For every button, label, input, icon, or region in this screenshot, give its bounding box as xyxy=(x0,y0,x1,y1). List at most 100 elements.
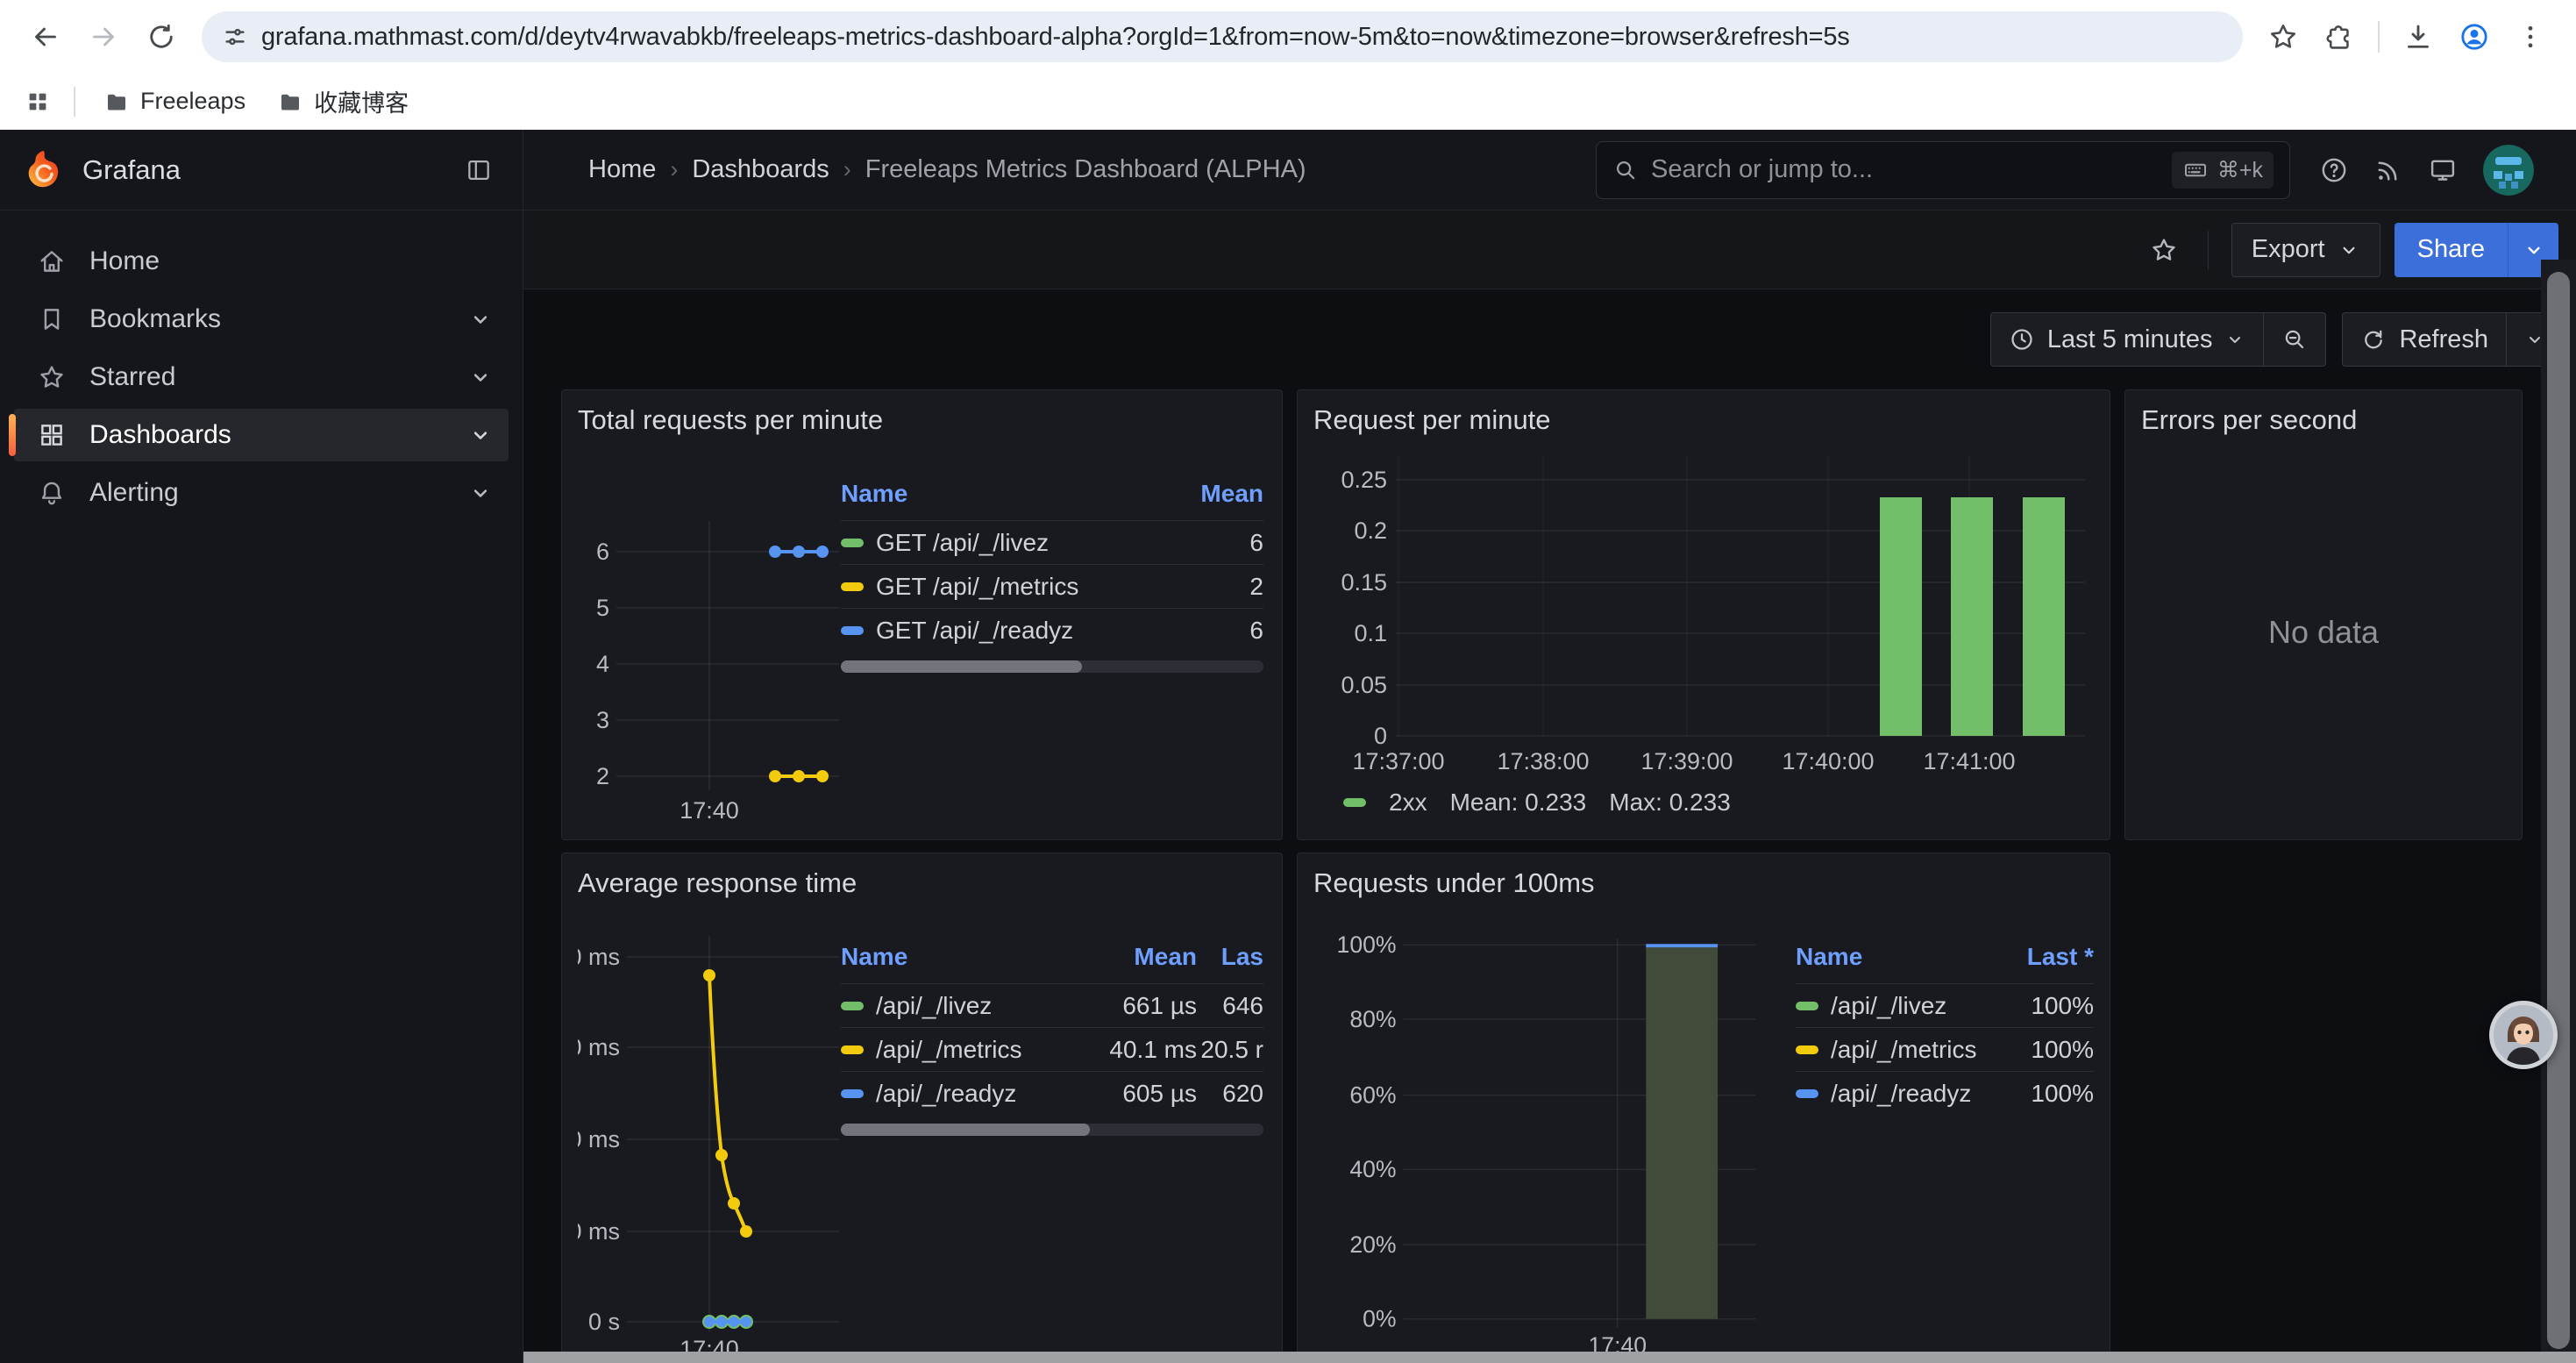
dashboard-canvas: Total requests per minute 6 xyxy=(523,367,2576,1363)
legend-row[interactable]: /api/_/livez xyxy=(841,983,1065,1027)
time-range-button[interactable]: Last 5 minutes xyxy=(1991,313,2264,366)
browser-actions xyxy=(2259,12,2555,61)
help-icon[interactable] xyxy=(2313,149,2355,191)
requests-under-100ms-chart: 100% 80% 60% 40% 20% 0% 17:40 xyxy=(1313,901,1780,1363)
profile-icon[interactable] xyxy=(2450,12,2499,61)
panel-average-response-time[interactable]: Average response time 80 ms xyxy=(561,853,1283,1363)
legend-value: 6 xyxy=(1185,520,1263,564)
svg-text:0: 0 xyxy=(1374,723,1387,749)
legend-col-last[interactable]: Las xyxy=(1197,943,1263,983)
chevron-down-icon xyxy=(2338,239,2360,261)
bell-icon xyxy=(37,478,67,508)
share-button[interactable]: Share xyxy=(2395,223,2508,277)
legend-row[interactable]: GET /api/_/metrics xyxy=(841,564,1185,608)
star-icon xyxy=(37,362,67,392)
bookmark-folder-blogs[interactable]: 收藏博客 xyxy=(265,79,421,125)
panel-title: Errors per second xyxy=(2141,403,2506,438)
dashboard-toolbar: Export Share xyxy=(523,211,2576,289)
divider xyxy=(2378,21,2380,53)
legend-value: 661 µs xyxy=(1065,983,1197,1027)
legend-row[interactable]: GET /api/_/livez xyxy=(841,520,1185,564)
bottom-scrollbar-strip[interactable] xyxy=(523,1352,2576,1363)
legend-col-last[interactable]: Last * xyxy=(1996,943,2094,983)
legend-row[interactable]: /api/_/readyz xyxy=(841,1071,1065,1115)
svg-text:6: 6 xyxy=(596,539,609,565)
dock-sidebar-icon[interactable] xyxy=(458,149,500,191)
legend-col-mean[interactable]: Mean xyxy=(1185,480,1263,520)
refresh-button[interactable]: Refresh xyxy=(2343,313,2506,366)
forward-icon[interactable] xyxy=(79,12,128,61)
legend-row[interactable]: /api/_/livez xyxy=(1796,983,1996,1027)
svg-text:0.2: 0.2 xyxy=(1354,517,1387,544)
series-swatch-green xyxy=(1796,1002,1818,1010)
back-icon[interactable] xyxy=(21,12,70,61)
series-name[interactable]: 2xx xyxy=(1389,789,1427,817)
assistant-avatar[interactable] xyxy=(2489,1001,2558,1069)
legend-col-mean[interactable]: Mean xyxy=(1065,943,1197,983)
monitor-icon[interactable] xyxy=(2422,149,2464,191)
grafana-app: Grafana Home Bookmarks Starre xyxy=(0,130,2576,1363)
svg-text:2: 2 xyxy=(596,763,609,789)
svg-text:0.25: 0.25 xyxy=(1341,467,1387,493)
legend-row[interactable]: GET /api/_/readyz xyxy=(841,608,1185,652)
sidebar-nav: Home Bookmarks Starred Dashboards xyxy=(0,211,523,519)
export-button[interactable]: Export xyxy=(2231,223,2380,277)
series-swatch-green xyxy=(841,1002,864,1010)
search-input[interactable]: Search or jump to... ⌘+k xyxy=(1596,141,2290,199)
svg-text:0.1: 0.1 xyxy=(1354,620,1387,646)
url-bar[interactable]: grafana.mathmast.com/d/deytv4rwavabkb/fr… xyxy=(202,11,2243,62)
legend-col-name[interactable]: Name xyxy=(841,943,1065,983)
share-label: Share xyxy=(2417,235,2485,264)
refresh-icon xyxy=(2360,326,2387,353)
sidebar-item-label: Starred xyxy=(89,362,445,392)
zoom-out-icon xyxy=(2281,326,2308,353)
svg-text:100%: 100% xyxy=(1337,931,1397,958)
sidebar-item-dashboards[interactable]: Dashboards xyxy=(14,409,509,461)
extensions-icon[interactable] xyxy=(2315,12,2364,61)
legend-row[interactable]: /api/_/metrics xyxy=(841,1027,1065,1071)
breadcrumb-dashboards[interactable]: Dashboards xyxy=(692,155,829,184)
panel-errors-per-second[interactable]: Errors per second No data xyxy=(2124,389,2523,840)
no-data-message: No data xyxy=(2141,438,2506,827)
chevron-down-icon xyxy=(468,423,493,447)
sidebar-item-starred[interactable]: Starred xyxy=(14,351,509,403)
bookmark-label: 收藏博客 xyxy=(314,84,409,118)
page-vscrollbar[interactable] xyxy=(2541,260,2576,1363)
legend-col-name[interactable]: Name xyxy=(1796,943,1996,983)
breadcrumb-home[interactable]: Home xyxy=(588,155,656,184)
legend-row[interactable]: /api/_/readyz xyxy=(1796,1071,1996,1115)
panel-requests-under-100ms[interactable]: Requests under 100ms 100% xyxy=(1297,853,2110,1363)
bookmark-folder-freeleaps[interactable]: Freeleaps xyxy=(91,79,258,125)
menu-kebab-icon[interactable] xyxy=(2506,12,2555,61)
series-max: Max: 0.233 xyxy=(1609,789,1731,817)
share-split-button: Share xyxy=(2395,223,2558,277)
legend-table: Name Mean Las /api/_/livez 661 µs 646 /a… xyxy=(841,943,1263,1363)
folder-icon xyxy=(103,89,130,115)
legend-col-name[interactable]: Name xyxy=(841,480,1185,520)
sidebar-item-home[interactable]: Home xyxy=(14,235,509,288)
favorite-star-icon[interactable] xyxy=(2143,229,2185,271)
svg-text:17:37:00: 17:37:00 xyxy=(1352,748,1444,774)
legend-value: 605 µs xyxy=(1065,1071,1197,1115)
series-swatch-blue xyxy=(1796,1089,1818,1098)
series-swatch-yellow xyxy=(841,582,864,591)
clock-icon xyxy=(2009,326,2035,353)
zoom-out-button[interactable] xyxy=(2263,313,2325,366)
panel-total-requests-per-minute[interactable]: Total requests per minute 6 xyxy=(561,389,1283,840)
user-avatar[interactable] xyxy=(2483,145,2534,196)
downloads-icon[interactable] xyxy=(2394,12,2443,61)
legend-hscrollbar[interactable] xyxy=(841,660,1263,673)
sidebar-item-alerting[interactable]: Alerting xyxy=(14,467,509,519)
news-feed-icon[interactable] xyxy=(2367,149,2409,191)
panel-request-per-minute[interactable]: Request per minute xyxy=(1297,389,2110,840)
browser-toolbar: grafana.mathmast.com/d/deytv4rwavabkb/fr… xyxy=(0,0,2576,74)
svg-text:17:41:00: 17:41:00 xyxy=(1923,748,2015,774)
apps-grid-icon[interactable] xyxy=(18,82,58,122)
screen: grafana.mathmast.com/d/deytv4rwavabkb/fr… xyxy=(0,0,2576,1363)
sidebar-item-label: Home xyxy=(89,246,493,276)
bookmark-star-icon[interactable] xyxy=(2259,12,2308,61)
sidebar-item-bookmarks[interactable]: Bookmarks xyxy=(14,293,509,346)
legend-row[interactable]: /api/_/metrics xyxy=(1796,1027,1996,1071)
legend-hscrollbar[interactable] xyxy=(841,1124,1263,1136)
reload-icon[interactable] xyxy=(137,12,186,61)
